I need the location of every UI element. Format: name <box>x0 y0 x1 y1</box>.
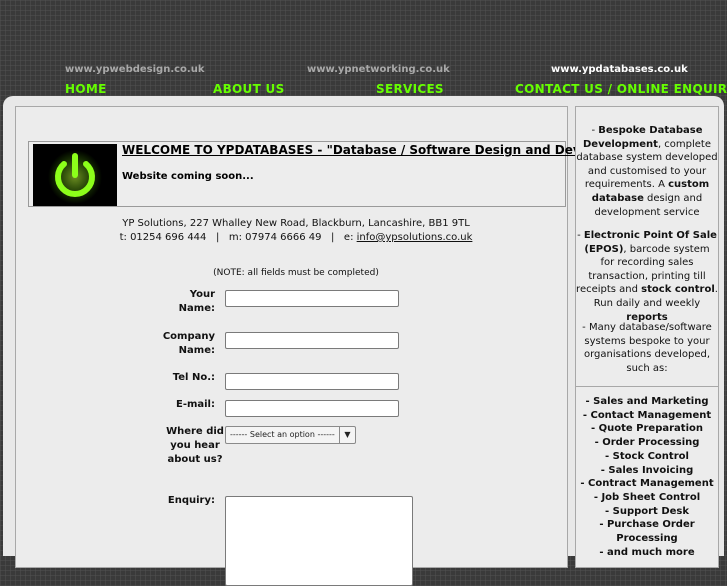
contact-numbers: t: 01254 696 444 | m: 07974 6666 49 | e: <box>119 232 357 243</box>
enquiry-textarea[interactable] <box>225 496 413 586</box>
list-item: - Contact Management <box>582 409 712 421</box>
sidebar-many: - Many database/software systems bespoke… <box>582 322 712 374</box>
list-item: - Purchase Order Processing <box>599 519 695 545</box>
email-input[interactable] <box>225 400 399 417</box>
power-logo <box>33 144 117 206</box>
tel-label: Tel No.: <box>172 372 215 383</box>
content-box: WELCOME TO YPDATABASES - "Database / Sof… <box>15 106 651 586</box>
company-contact: t: 01254 696 444 | m: 07974 6666 49 | e:… <box>16 232 576 243</box>
site-link-databases[interactable]: www.ypdatabases.co.uk <box>551 64 688 75</box>
nav-services[interactable]: SERVICES <box>376 82 444 96</box>
hear-select[interactable]: ------ Select an option ------ ▼ <box>225 426 356 444</box>
enquiry-label: Enquiry: <box>167 495 215 506</box>
name-label: Your Name: <box>178 289 215 314</box>
tel-input[interactable] <box>225 373 399 390</box>
sidebar-epos: - Electronic Point Of Sale (EPOS), barco… <box>576 229 718 324</box>
main-panel: WELCOME TO YPDATABASES - "Database / Sof… <box>3 96 724 586</box>
welcome-subtitle: Website coming soon... <box>122 171 254 182</box>
sidebar-systems-list: - Sales and Marketing - Contact Manageme… <box>576 395 718 559</box>
sidebar-bold: stock control <box>641 284 715 296</box>
nav-about[interactable]: ABOUT US <box>213 82 285 96</box>
company-input[interactable] <box>225 332 399 349</box>
hear-label: Where did you hear about us? <box>166 426 224 465</box>
sidebar-divider <box>576 386 718 387</box>
site-link-networking[interactable]: www.ypnetworking.co.uk <box>307 64 450 75</box>
sidebar-text: - <box>577 230 584 241</box>
site-link-webdesign[interactable]: www.ypwebdesign.co.uk <box>65 64 205 75</box>
form-note: (NOTE: all fields must be completed) <box>213 268 379 278</box>
hear-selected: ------ Select an option ------ <box>230 430 335 439</box>
list-item: - Order Processing <box>594 437 700 449</box>
services-sidebar: - Bespoke Database Development, complete… <box>575 106 719 568</box>
name-input[interactable] <box>225 290 399 307</box>
sidebar-bespoke: - Bespoke Database Development, complete… <box>576 124 718 219</box>
list-item: - and much more <box>599 546 695 558</box>
dropdown-arrow-icon[interactable]: ▼ <box>339 427 355 443</box>
nav-contact[interactable]: CONTACT US / ONLINE ENQUIRY <box>515 82 727 96</box>
list-item: - Stock Control <box>605 450 689 462</box>
list-item: - Support Desk <box>604 505 690 517</box>
welcome-title: WELCOME TO YPDATABASES - "Database / Sof… <box>122 143 651 157</box>
header-bar: www.ypwebdesign.co.uk www.ypnetworking.c… <box>0 0 727 96</box>
company-label: Company Name: <box>162 331 215 356</box>
company-address: YP Solutions, 227 Whalley New Road, Blac… <box>122 218 470 229</box>
welcome-box: WELCOME TO YPDATABASES - "Database / Sof… <box>28 141 651 207</box>
email-link[interactable]: info@ypsolutions.co.uk <box>357 232 473 243</box>
email-label: E-mail: <box>175 399 215 410</box>
list-item: - Sales and Marketing <box>585 396 709 407</box>
list-item: - Contract Management <box>580 478 714 490</box>
list-item: - Job Sheet Control <box>593 491 701 503</box>
power-icon <box>48 150 102 204</box>
list-item: - Sales Invoicing <box>600 464 694 476</box>
list-item: - Quote Preparation <box>591 423 703 435</box>
nav-home[interactable]: HOME <box>65 82 107 96</box>
